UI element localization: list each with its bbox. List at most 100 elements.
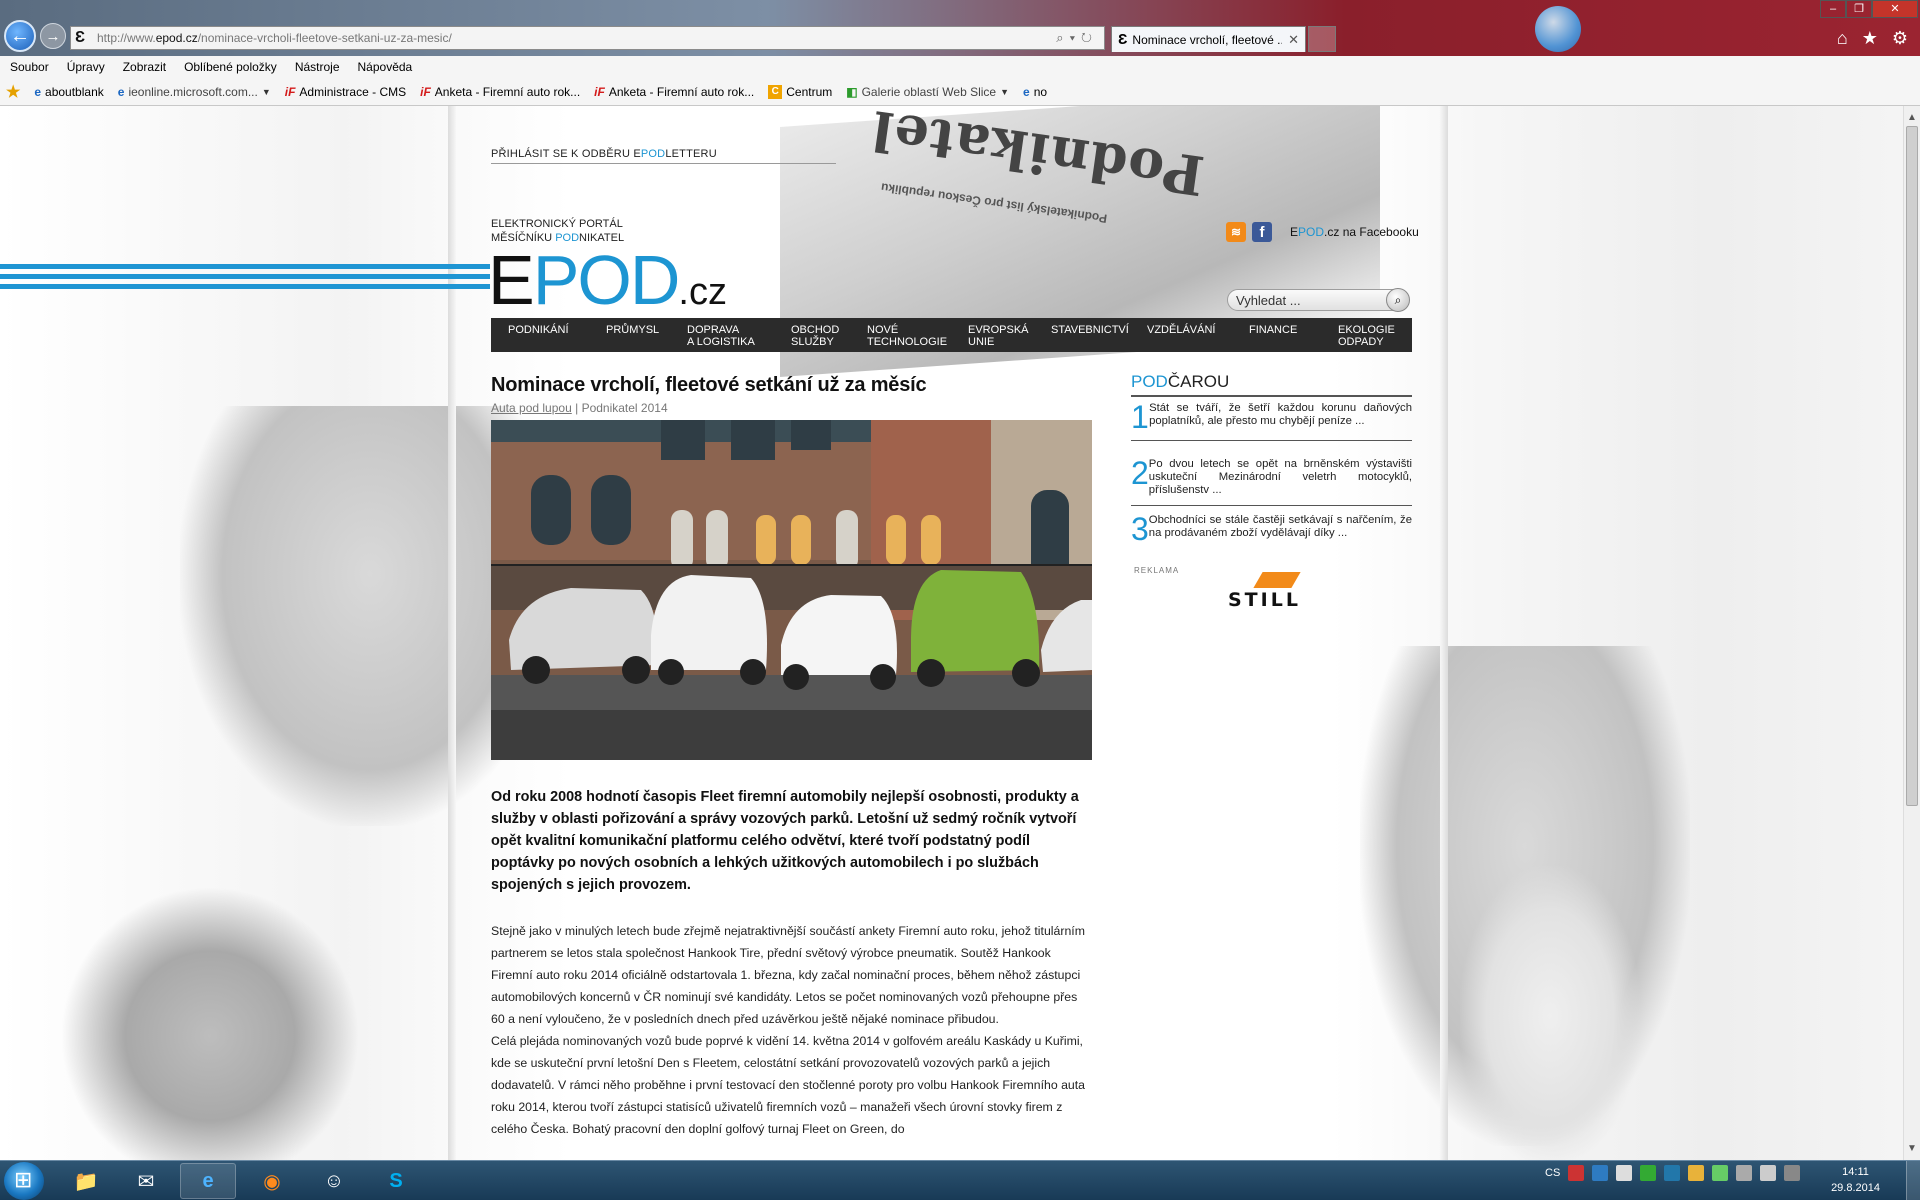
tray-security-icon[interactable] <box>1688 1165 1705 1181</box>
close-window-button[interactable]: ✕ <box>1872 0 1918 18</box>
system-clock[interactable]: 14:11 29.8.2014 <box>1831 1164 1880 1196</box>
tray-flag-icon[interactable] <box>1568 1165 1585 1181</box>
article-meta: Auta pod lupou | Podnikatel 2014 <box>491 401 668 415</box>
sidebar-item[interactable]: 3 Obchodníci se stále častěji setkávají … <box>1131 513 1412 552</box>
favorite-item[interactable]: e aboutblank <box>34 85 103 99</box>
menu-view[interactable]: Zobrazit <box>123 60 166 74</box>
tab-favicon-icon: Ɛ <box>1118 31 1128 48</box>
chevron-down-icon: ▼ <box>261 86 271 97</box>
nav-item-technologie[interactable]: NOVÉ TECHNOLOGIE <box>867 318 968 352</box>
language-indicator[interactable]: CS <box>1545 1167 1560 1179</box>
tray-device-icon[interactable] <box>1736 1165 1753 1181</box>
scroll-up-icon[interactable]: ▲ <box>1907 112 1917 123</box>
favorite-item[interactable]: iF Administrace - CMS <box>285 85 406 99</box>
main-navigation: PODNIKÁNÍ PRŮMYSL DOPRAVA A LOGISTIKA OBC… <box>491 318 1412 352</box>
address-url[interactable]: http://www.epod.cz/nominace-vrcholi-flee… <box>97 31 1056 45</box>
tray-speaker-icon[interactable] <box>1784 1165 1801 1181</box>
nav-item-obchod[interactable]: OBCHOD SLUŽBY <box>791 318 867 352</box>
show-desktop-button[interactable] <box>1906 1161 1920 1200</box>
facebook-icon[interactable]: f <box>1252 222 1272 242</box>
tray-sync-icon[interactable] <box>1664 1165 1681 1181</box>
new-tab-button[interactable] <box>1308 26 1336 52</box>
menu-tools[interactable]: Nástroje <box>295 60 340 74</box>
nav-item-vzdelavani[interactable]: VZDĚLÁVÁNÍ <box>1147 318 1249 352</box>
favorite-item[interactable]: iF Anketa - Firemní auto rok... <box>420 85 580 99</box>
if-logo-icon: iF <box>420 84 431 99</box>
sidebar-item-text: Stát se tváří, že šetří každou korunu da… <box>1149 402 1412 427</box>
search-icon[interactable]: ⌕ <box>1386 288 1410 312</box>
nav-item-ekologie[interactable]: EKOLOGIE ODPADY <box>1338 318 1398 352</box>
tray-network-icon[interactable] <box>1592 1165 1609 1181</box>
menu-help[interactable]: Nápověda <box>358 60 413 74</box>
start-button[interactable] <box>4 1162 44 1200</box>
tab-title: Nominace vrcholí, fleetové ... <box>1132 32 1283 47</box>
nav-item-finance[interactable]: FINANCE <box>1249 318 1338 352</box>
internet-explorer-taskbar-icon[interactable]: e <box>180 1163 236 1199</box>
firefox-taskbar-icon[interactable]: ◉ <box>244 1163 300 1199</box>
window-controls: – ❐ ✕ <box>1820 0 1918 18</box>
sidebar-divider <box>1131 395 1412 397</box>
ie-page-icon: e <box>117 84 125 99</box>
ie-page-icon: e <box>34 84 42 99</box>
maximize-button[interactable]: ❐ <box>1846 0 1872 18</box>
system-tray: CS <box>1545 1165 1801 1181</box>
tab-close-icon[interactable]: ✕ <box>1282 32 1305 48</box>
nav-item-eu[interactable]: EVROPSKÁ UNIE <box>968 318 1051 352</box>
tab-active[interactable]: Ɛ Nominace vrcholí, fleetové ... ✕ <box>1111 26 1306 52</box>
nav-item-podnikani[interactable]: PODNIKÁNÍ <box>508 318 606 352</box>
still-logo-text: STILL <box>1228 589 1301 611</box>
favorite-item[interactable]: ◧ Galerie oblastí Web Slice ▼ <box>846 85 1009 99</box>
site-search: ⌕ <box>1227 288 1410 312</box>
windows-taskbar: 📁 ✉ e ◉ ☺ S CS 14:11 29.8.2014 <box>0 1160 1920 1200</box>
favorites-bar: ★ e aboutblank e ieonline.microsoft.com...… <box>0 78 1920 106</box>
menu-favorites[interactable]: Oblíbené položky <box>184 60 277 74</box>
menu-file[interactable]: Soubor <box>10 60 49 74</box>
favorites-add-icon[interactable]: ★ <box>6 82 20 102</box>
newsletter-subscribe-link[interactable]: PŘIHLÁSIT SE K ODBĚRU EPODLETTERU <box>491 148 836 164</box>
facebook-link[interactable]: EPOD.cz na Facebooku <box>1290 225 1419 239</box>
menu-edit[interactable]: Úpravy <box>67 60 105 74</box>
mail-taskbar-icon[interactable]: ✉ <box>118 1163 174 1199</box>
article-title: Nominace vrcholí, fleetové setkání už za… <box>491 374 927 396</box>
background-cuff-right <box>1460 866 1640 1160</box>
tray-monitor-icon[interactable] <box>1712 1165 1729 1181</box>
home-icon[interactable]: ⌂ <box>1837 28 1848 49</box>
favorite-item[interactable]: e no <box>1023 85 1047 99</box>
paper-edge-right <box>1440 106 1448 1160</box>
background-sleeve <box>60 886 360 1160</box>
rss-icon[interactable]: ≋ <box>1226 222 1246 242</box>
favorite-item[interactable]: iF Anketa - Firemní auto rok... <box>594 85 754 99</box>
nav-item-prumysl[interactable]: PRŮMYSL <box>606 318 687 352</box>
article-category-link[interactable]: Auta pod lupou <box>491 401 572 415</box>
nav-item-stavebnictvi[interactable]: STAVEBNICTVÍ <box>1051 318 1147 352</box>
tray-update-icon[interactable] <box>1640 1165 1657 1181</box>
web-page: Podnikatel Podnikatelský list pro Českou… <box>0 106 1903 1160</box>
article-source: Podnikatel 2014 <box>581 401 668 415</box>
back-button[interactable]: ← <box>4 20 36 52</box>
address-bar[interactable]: Ɛ http://www.epod.cz/nominace-vrcholi-fl… <box>70 26 1105 50</box>
nav-item-doprava[interactable]: DOPRAVA A LOGISTIKA <box>687 318 791 352</box>
sidebar-item[interactable]: 2 Po dvou letech se opět na brněnském vý… <box>1131 457 1412 506</box>
sidebar-item-text: Po dvou letech se opět na brněnském výst… <box>1148 458 1412 496</box>
if-logo-icon: iF <box>284 84 296 99</box>
vertical-scrollbar[interactable]: ▲ ▼ <box>1903 106 1920 1160</box>
tray-power-icon[interactable] <box>1760 1165 1777 1181</box>
tray-app-icon[interactable] <box>1616 1165 1633 1181</box>
skype-taskbar-icon[interactable]: S <box>368 1163 424 1199</box>
gear-icon[interactable]: ⚙ <box>1892 28 1908 49</box>
favorite-item[interactable]: e ieonline.microsoft.com... ▼ <box>118 85 271 99</box>
sidebar-title: PODČAROU <box>1131 372 1230 391</box>
favorites-star-icon[interactable]: ★ <box>1862 28 1878 49</box>
forward-button[interactable]: → <box>40 23 66 49</box>
people-taskbar-icon[interactable]: ☺ <box>306 1163 362 1199</box>
favorite-item[interactable]: C Centrum <box>768 84 832 99</box>
minimize-button[interactable]: – <box>1820 0 1846 18</box>
scrollbar-thumb[interactable] <box>1906 126 1918 806</box>
address-tools[interactable]: ⌕▾↻ <box>1056 30 1104 46</box>
explorer-taskbar-icon[interactable]: 📁 <box>58 1163 114 1199</box>
sidebar-item[interactable]: 1 Stát se tváří, že šetří každou korunu … <box>1131 401 1412 441</box>
site-logo[interactable]: EPOD.cz <box>488 245 727 315</box>
still-ad-banner[interactable]: STILL <box>1228 572 1320 612</box>
scroll-down-icon[interactable]: ▼ <box>1907 1143 1917 1154</box>
search-input[interactable] <box>1236 292 1386 308</box>
